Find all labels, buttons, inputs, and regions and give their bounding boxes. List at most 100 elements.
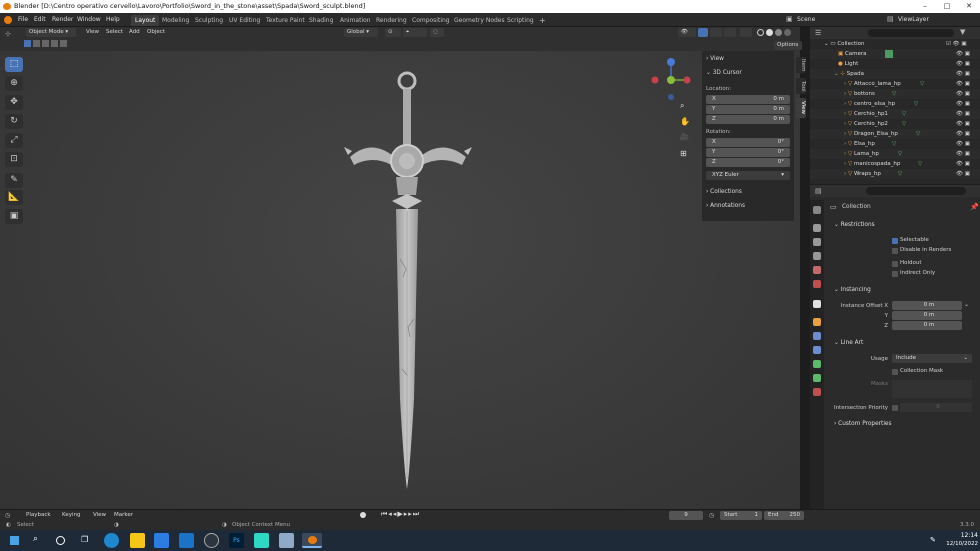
visibility-icon[interactable]: 👁 — [678, 28, 696, 37]
restrictions-panel-header[interactable]: ⌄ Restrictions — [834, 222, 875, 228]
tab-shading[interactable]: Shading — [305, 15, 337, 26]
line-art-panel-header[interactable]: ⌄ Line Art — [834, 340, 863, 346]
select-intersect-icon[interactable] — [60, 40, 67, 47]
select-invert-icon[interactable] — [51, 40, 58, 47]
outliner-row-mesh[interactable]: › ▽ manicospada_hp ▽ 👁 ▣ — [810, 159, 980, 169]
solid-shading-icon[interactable] — [766, 29, 773, 36]
start-frame-field[interactable]: Start 1 — [720, 511, 762, 520]
outliner-row-spada[interactable]: ⌄ ⊹ Spada 👁 ▣ — [810, 69, 980, 79]
material-shading-icon[interactable] — [775, 29, 782, 36]
outliner-row-mesh[interactable]: › ▽ centro_elsa_hp ▽ 👁 ▣ — [810, 99, 980, 109]
tab-geometry-nodes[interactable]: Geometry Nodes — [450, 15, 509, 26]
current-frame-field[interactable]: 9 — [669, 511, 703, 520]
record-icon[interactable] — [360, 512, 366, 518]
instance-offset-x-field[interactable]: 0 m — [892, 301, 962, 310]
tab-animation[interactable]: Animation — [336, 15, 375, 26]
outliner-row-mesh[interactable]: › ▽ bottons ▽ 👁 ▣ — [810, 89, 980, 99]
usage-dropdown[interactable]: Include ⌄ — [892, 354, 972, 363]
grid-view-icon[interactable]: ⊞ — [680, 149, 692, 161]
tab-rendering[interactable]: Rendering — [372, 15, 411, 26]
photoshop-icon[interactable]: Ps — [229, 533, 244, 548]
sword-model[interactable] — [330, 69, 490, 514]
instance-offset-y-field[interactable]: 0 m — [892, 311, 962, 320]
outliner-row-mesh[interactable]: › ▽ Wraps_hp ▽ 👁 ▣ — [810, 169, 980, 179]
scale-tool-icon[interactable]: ⤢ — [5, 133, 23, 148]
cursor-tool-icon[interactable]: ⊕ — [5, 76, 23, 91]
cursor-location-y[interactable]: Y0 m — [706, 105, 790, 114]
collection-tab-icon[interactable] — [813, 300, 821, 308]
xray-icon[interactable] — [740, 28, 752, 37]
search-icon[interactable]: ⌕ — [33, 534, 38, 544]
store-icon[interactable] — [154, 533, 169, 548]
menu-edit[interactable]: Edit — [34, 15, 46, 25]
menu-render[interactable]: Render — [52, 15, 73, 25]
filter-icon[interactable]: ▼ — [960, 28, 965, 36]
instance-offset-z-field[interactable]: 0 m — [892, 321, 962, 330]
pivot-icon[interactable]: ⊙ — [385, 28, 401, 37]
rendered-shading-icon[interactable] — [784, 29, 791, 36]
menu-file[interactable]: File — [18, 15, 28, 25]
camera-view-icon[interactable]: 🎥 — [680, 133, 692, 145]
task-view-icon[interactable]: ❐ — [81, 535, 88, 544]
cursor-rotation-y[interactable]: Y 0° — [706, 148, 790, 157]
tab-compositing[interactable]: Compositing — [408, 15, 454, 26]
tab-layout[interactable]: Layout — [131, 15, 160, 26]
outliner-search-input[interactable] — [868, 29, 954, 37]
rotate-tool-icon[interactable]: ↻ — [5, 114, 23, 129]
network-icon[interactable]: ✎ — [930, 536, 936, 544]
mail-icon[interactable] — [179, 533, 194, 548]
tab-tool[interactable]: Tool — [796, 78, 806, 94]
marker-menu[interactable]: Marker — [114, 511, 133, 520]
snap-icon[interactable]: ⌖ — [403, 28, 427, 37]
view-layer-name[interactable]: ViewLayer — [898, 15, 929, 25]
file-explorer-icon[interactable] — [130, 533, 145, 548]
view-panel-header[interactable]: › View — [706, 56, 724, 62]
clock-icon[interactable]: ◷ — [5, 512, 10, 519]
proportional-icon[interactable]: ◌ — [430, 28, 444, 37]
collections-panel-header[interactable]: › Collections — [706, 189, 742, 195]
render-tab-icon[interactable] — [813, 224, 821, 232]
keying-menu[interactable]: Keying — [62, 511, 80, 520]
cursor-rotation-x[interactable]: X 0° — [706, 138, 790, 147]
blender-menu-icon[interactable] — [4, 16, 12, 24]
properties-search-input[interactable] — [866, 187, 966, 195]
select-subtract-icon[interactable] — [42, 40, 49, 47]
tab-sculpting[interactable]: Sculpting — [191, 15, 227, 26]
3d-cursor-panel-header[interactable]: ⌄ 3D Cursor — [706, 70, 742, 76]
editor-type-icon[interactable]: ⊹ — [5, 30, 19, 39]
3d-viewport[interactable]: ⌕ ✋ 🎥 ⊞ — [0, 51, 800, 509]
select-extend-icon[interactable] — [33, 40, 40, 47]
tab-uv-editing[interactable]: UV Editing — [225, 15, 264, 26]
modifier-tab-icon[interactable] — [813, 332, 821, 340]
select-menu[interactable]: Select — [106, 28, 123, 37]
holdout-checkbox[interactable] — [892, 261, 898, 267]
maximize-icon[interactable]: □ — [936, 0, 958, 13]
tool-tab-icon[interactable] — [813, 206, 821, 214]
rotation-mode-dropdown[interactable]: XYZ Euler ▾ — [706, 171, 790, 180]
disable-renders-checkbox[interactable] — [892, 248, 898, 254]
outliner-row-mesh[interactable]: › ▽ Cerchio_hp1 ▽ 👁 ▣ — [810, 109, 980, 119]
overlay-dropdown-icon[interactable] — [724, 28, 736, 37]
cursor-rotation-z[interactable]: Z 0° — [706, 158, 790, 167]
add-workspace-icon[interactable]: + — [535, 15, 550, 26]
outliner-row-mesh[interactable]: › ▽ Cerchio_hp2 ▽ 👁 ▣ — [810, 119, 980, 129]
object-tab-icon[interactable] — [813, 318, 821, 326]
cursor-location-z[interactable]: Z0 m — [706, 115, 790, 124]
outliner-row-collection[interactable]: ⌄ ▭ Collection ☑ 👁 ▣ — [810, 39, 980, 49]
world-tab-icon[interactable] — [813, 280, 821, 288]
indirect-only-checkbox[interactable] — [892, 271, 898, 277]
zoom-icon[interactable]: ⌕ — [680, 101, 692, 113]
blender-taskbar-icon[interactable] — [302, 533, 322, 548]
collection-mask-checkbox[interactable] — [892, 369, 898, 375]
overlay-icon[interactable] — [710, 28, 722, 37]
app-icon[interactable] — [279, 533, 294, 548]
properties-editor-icon[interactable]: ▤ — [815, 187, 822, 195]
output-tab-icon[interactable] — [813, 238, 821, 246]
tab-scripting[interactable]: Scripting — [503, 15, 538, 26]
intersection-priority-field[interactable]: 0 — [900, 403, 972, 412]
playback-menu[interactable]: Playback — [26, 511, 51, 520]
minimize-icon[interactable]: – — [914, 0, 936, 13]
app-icon[interactable] — [254, 533, 269, 548]
material-tab-icon[interactable] — [813, 388, 821, 396]
view-menu[interactable]: View — [86, 28, 99, 37]
